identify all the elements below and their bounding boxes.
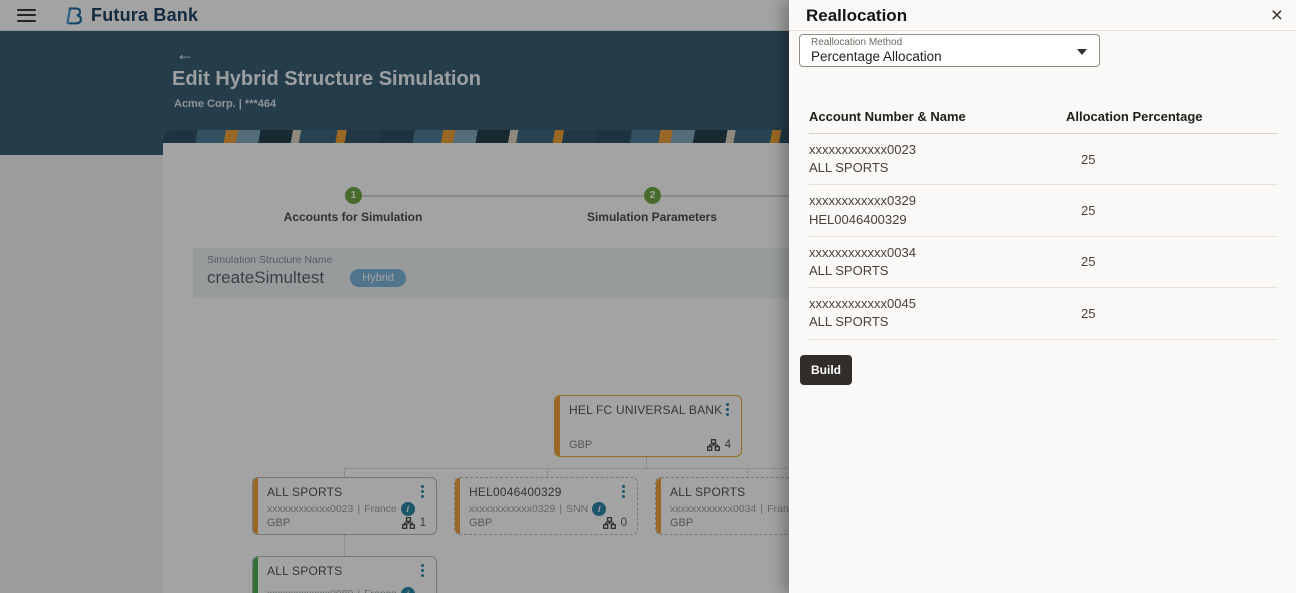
row-account-number: xxxxxxxxxxxx0045 (809, 296, 916, 312)
row-account-number: xxxxxxxxxxxx0329 (809, 193, 916, 209)
table-row: xxxxxxxxxxxx0329 HEL0046400329 25 (809, 185, 1278, 237)
row-account-number: xxxxxxxxxxxx0034 (809, 244, 916, 260)
dropdown-label: Reallocation Method (811, 37, 903, 48)
app-window: Futura Bank ← Edit Hybrid Structure Simu… (0, 0, 1296, 593)
reallocation-method-dropdown[interactable]: Reallocation Method Percentage Allocatio… (799, 34, 1100, 67)
row-account-name: ALL SPORTS (809, 262, 889, 278)
chevron-down-icon (1077, 49, 1087, 55)
row-account-number: xxxxxxxxxxxx0023 (809, 142, 916, 157)
close-icon[interactable]: × (1271, 2, 1283, 29)
row-allocation-percentage[interactable]: 25 (1066, 152, 1278, 167)
build-button[interactable]: Build (800, 354, 852, 385)
row-allocation-percentage[interactable]: 25 (1066, 254, 1278, 269)
row-account-name: HEL0046400329 (809, 211, 907, 227)
table-row: xxxxxxxxxxxx0045 ALL SPORTS 25 (809, 288, 1278, 340)
row-account-name: ALL SPORTS (809, 314, 889, 330)
table-row: xxxxxxxxxxxx0034 ALL SPORTS 25 (809, 237, 1278, 289)
dropdown-selected-value: Percentage Allocation (811, 49, 942, 64)
reallocation-panel: Reallocation × Reallocation Method Perce… (789, 0, 1296, 593)
col-header-account: Account Number & Name (809, 109, 966, 124)
row-allocation-percentage[interactable]: 25 (1066, 306, 1278, 321)
allocation-table: Account Number & Name Allocation Percent… (809, 109, 1278, 340)
row-account-name: ALL SPORTS (809, 160, 889, 176)
row-allocation-percentage[interactable]: 25 (1066, 203, 1278, 218)
table-header-row: Account Number & Name Allocation Percent… (809, 109, 1278, 134)
panel-title: Reallocation (806, 6, 908, 25)
table-row: xxxxxxxxxxxx0023 ALL SPORTS 25 (809, 134, 1278, 186)
panel-header: Reallocation × (789, 0, 1296, 31)
col-header-percentage: Allocation Percentage (1066, 109, 1203, 124)
